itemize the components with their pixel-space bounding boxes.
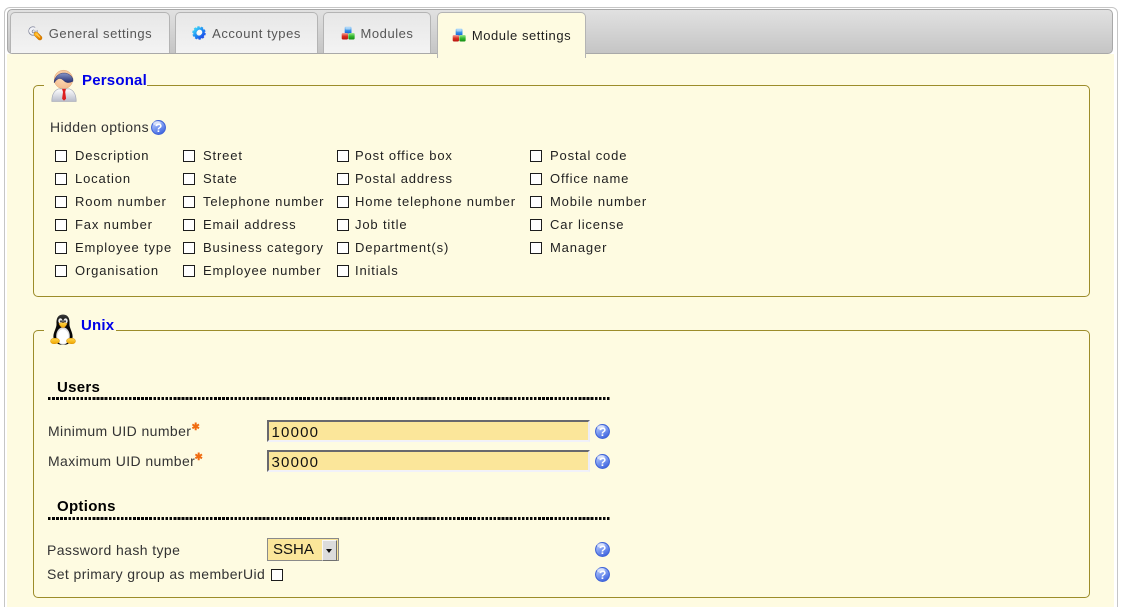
svg-text:?: ?: [599, 543, 606, 557]
svg-text:?: ?: [599, 425, 606, 439]
svg-text:?: ?: [155, 121, 162, 135]
svg-text:?: ?: [599, 455, 606, 469]
svg-text:?: ?: [599, 568, 606, 582]
